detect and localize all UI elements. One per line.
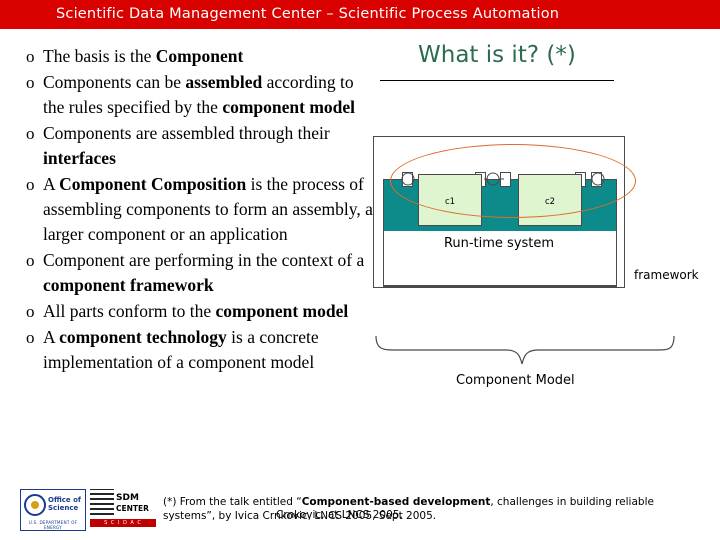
- bullet-marker-icon: o: [26, 251, 35, 270]
- sdm-grid-icon: [90, 489, 114, 515]
- doe-logo-line2: Science: [48, 504, 79, 512]
- bullet-text: Components can be assembled according to…: [43, 72, 356, 117]
- bullet-text: All parts conform to the component model: [43, 301, 349, 321]
- bullet-item: o The basis is the Component: [26, 44, 376, 69]
- bullet-item: o All parts conform to the component mode…: [26, 299, 376, 324]
- section-heading: What is it? (*): [418, 42, 576, 68]
- runtime-system-label: Run-time system: [443, 236, 555, 251]
- bullet-list: o The basis is the Component o Components c…: [26, 44, 376, 376]
- bullet-item: o Components are assembled through their …: [26, 121, 376, 171]
- doe-logo-bottom: U.S. DEPARTMENT OF ENERGY: [28, 520, 78, 530]
- component-model-label: Component Model: [456, 373, 575, 388]
- bullet-marker-icon: o: [26, 302, 35, 321]
- framework-ellipse: [390, 144, 636, 218]
- bullet-text: The basis is the Component: [43, 46, 244, 66]
- right-panel: What is it? (*) Run-time system c1 c2 fr…: [373, 36, 716, 388]
- doe-logo-line1: Office of: [48, 496, 81, 504]
- bullet-item: o A component technology is a concrete im…: [26, 325, 376, 375]
- page-title: Scientific Data Management Center – Scie…: [56, 6, 560, 22]
- framework-label: framework: [634, 268, 699, 282]
- bullet-item: o Components can be assembled according t…: [26, 70, 376, 120]
- sdm-logo-line2: CENTER: [116, 504, 149, 513]
- sdm-logo-line1: SDM: [116, 493, 139, 503]
- bullet-text: A component technology is a concrete imp…: [43, 327, 319, 372]
- header-bar: Scientific Data Management Center – Scie…: [0, 0, 720, 29]
- doe-logo-text: Office of Science: [48, 496, 81, 512]
- sdm-logo-bar: S C I D A C: [90, 519, 156, 527]
- component-diagram: Run-time system c1 c2 framework Componen…: [373, 96, 716, 388]
- bullet-item: o Component are performing in the context…: [26, 248, 376, 298]
- bullet-text: A Component Composition is the process o…: [43, 174, 373, 244]
- bullet-marker-icon: o: [26, 328, 35, 347]
- bullet-text: Component are performing in the context …: [43, 250, 365, 295]
- bullet-item: o A Component Composition is the process …: [26, 172, 376, 247]
- bullet-marker-icon: o: [26, 73, 35, 92]
- doe-seal-icon: [24, 494, 46, 516]
- bullet-marker-icon: o: [26, 47, 35, 66]
- doe-office-of-science-logo: Office of Science U.S. DEPARTMENT OF ENE…: [20, 489, 86, 531]
- footer-source-note: (*) From the talk entitled “Component-ba…: [163, 496, 654, 522]
- heading-underline: [380, 80, 614, 81]
- footer-overlap-text: Crnkovic, at LNCS 2005.: [276, 509, 403, 521]
- sdm-center-logo: SDM CENTER S C I D A C: [90, 489, 156, 529]
- bullet-marker-icon: o: [26, 124, 35, 143]
- bullet-marker-icon: o: [26, 175, 35, 194]
- component-model-brace: [375, 335, 675, 365]
- bullet-text: Components are assembled through their i…: [43, 123, 330, 168]
